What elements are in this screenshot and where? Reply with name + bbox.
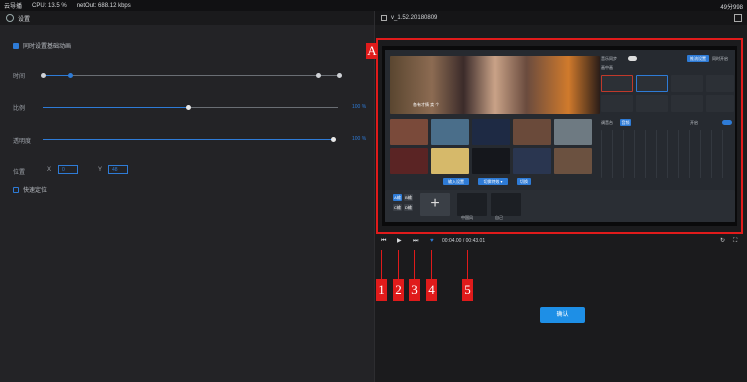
gear-icon bbox=[6, 14, 14, 22]
file-title: v_1.52.20180809 bbox=[391, 15, 438, 21]
x-label: X bbox=[47, 167, 52, 173]
time-label: 时间 bbox=[13, 74, 26, 80]
ratio-label: 比例 bbox=[13, 106, 26, 112]
settings-title: 设置 bbox=[18, 16, 31, 23]
expand-icon[interactable]: ⛶ bbox=[733, 238, 737, 245]
marker-line-4 bbox=[431, 250, 432, 280]
file-icon bbox=[381, 15, 387, 21]
playback-controls: ⏮ ▶ ⏭ ♥ 00:04.00 / 00:43.01 ↻ ⛶ bbox=[375, 235, 747, 247]
opacity-slider-handle[interactable] bbox=[331, 137, 336, 142]
position-label: 位置 bbox=[13, 170, 26, 176]
marker-1: 1 bbox=[376, 279, 387, 301]
cpu-readout: CPU: 13.5 % bbox=[32, 2, 67, 9]
marker-line-1 bbox=[381, 250, 382, 280]
checkbox-checked-icon[interactable] bbox=[13, 42, 19, 49]
volume-icon[interactable]: ♥ bbox=[430, 238, 434, 245]
opacity-value: 100 % bbox=[352, 136, 367, 142]
settings-header: 设置 bbox=[0, 11, 374, 25]
marker-line-3 bbox=[414, 250, 415, 280]
annotation-box-a bbox=[376, 38, 743, 234]
x-input[interactable]: 0 bbox=[58, 165, 78, 174]
time-slider-track[interactable] bbox=[43, 75, 340, 76]
marker-2: 2 bbox=[393, 279, 404, 301]
marker-line-5 bbox=[467, 250, 468, 280]
topbar-right-text: 49分998 bbox=[720, 5, 743, 11]
ratio-slider-fill bbox=[43, 107, 188, 108]
time-end-handle[interactable] bbox=[316, 73, 321, 78]
confirm-button[interactable]: 确认 bbox=[540, 307, 585, 323]
quick-position-label: 快速定位 bbox=[23, 188, 48, 194]
loop-icon[interactable]: ↻ bbox=[720, 238, 725, 245]
marker-4: 4 bbox=[426, 279, 437, 301]
netout-readout: netOut: 688.12 kbps bbox=[76, 2, 131, 9]
time-playhead-handle[interactable] bbox=[68, 73, 73, 78]
marker-line-2 bbox=[398, 250, 399, 280]
ratio-value: 100 % bbox=[352, 104, 367, 110]
sync-animation-label: 同时设置基础动画 bbox=[23, 44, 72, 50]
play-icon[interactable]: ▶ bbox=[397, 238, 402, 245]
marker-3: 3 bbox=[409, 279, 420, 301]
y-input[interactable]: 48 bbox=[108, 165, 128, 174]
status-bar: 云导播 CPU: 13.5 % netOut: 688.12 kbps 49分9… bbox=[0, 0, 747, 11]
skip-back-icon[interactable]: ⏮ bbox=[381, 238, 386, 245]
app-name: 云导播 bbox=[4, 4, 23, 10]
time-slider-fill bbox=[43, 75, 71, 76]
time-max-handle[interactable] bbox=[337, 73, 342, 78]
timecode: 00:04.00 / 00:43.01 bbox=[442, 238, 486, 244]
checkbox-unchecked-icon[interactable] bbox=[13, 186, 19, 193]
sync-animation-checkbox[interactable]: 同时设置基础动画 bbox=[13, 41, 71, 50]
settings-panel: 设置 同时设置基础动画 时间 比例 100 % 透明度 100 % 位置 X 0… bbox=[0, 11, 374, 382]
opacity-slider-fill bbox=[43, 139, 333, 140]
opacity-label: 透明度 bbox=[13, 139, 32, 145]
ratio-slider-handle[interactable] bbox=[186, 105, 191, 110]
quick-position-checkbox[interactable]: 快速定位 bbox=[13, 185, 47, 194]
preview-header: v_1.52.20180809 bbox=[375, 11, 747, 25]
annotation-label-a: A bbox=[366, 43, 378, 59]
y-label: Y bbox=[98, 167, 103, 173]
marker-5: 5 bbox=[462, 279, 473, 301]
skip-forward-icon[interactable]: ⏭ bbox=[413, 238, 418, 245]
time-start-handle[interactable] bbox=[41, 73, 46, 78]
fullscreen-icon[interactable] bbox=[734, 14, 742, 22]
